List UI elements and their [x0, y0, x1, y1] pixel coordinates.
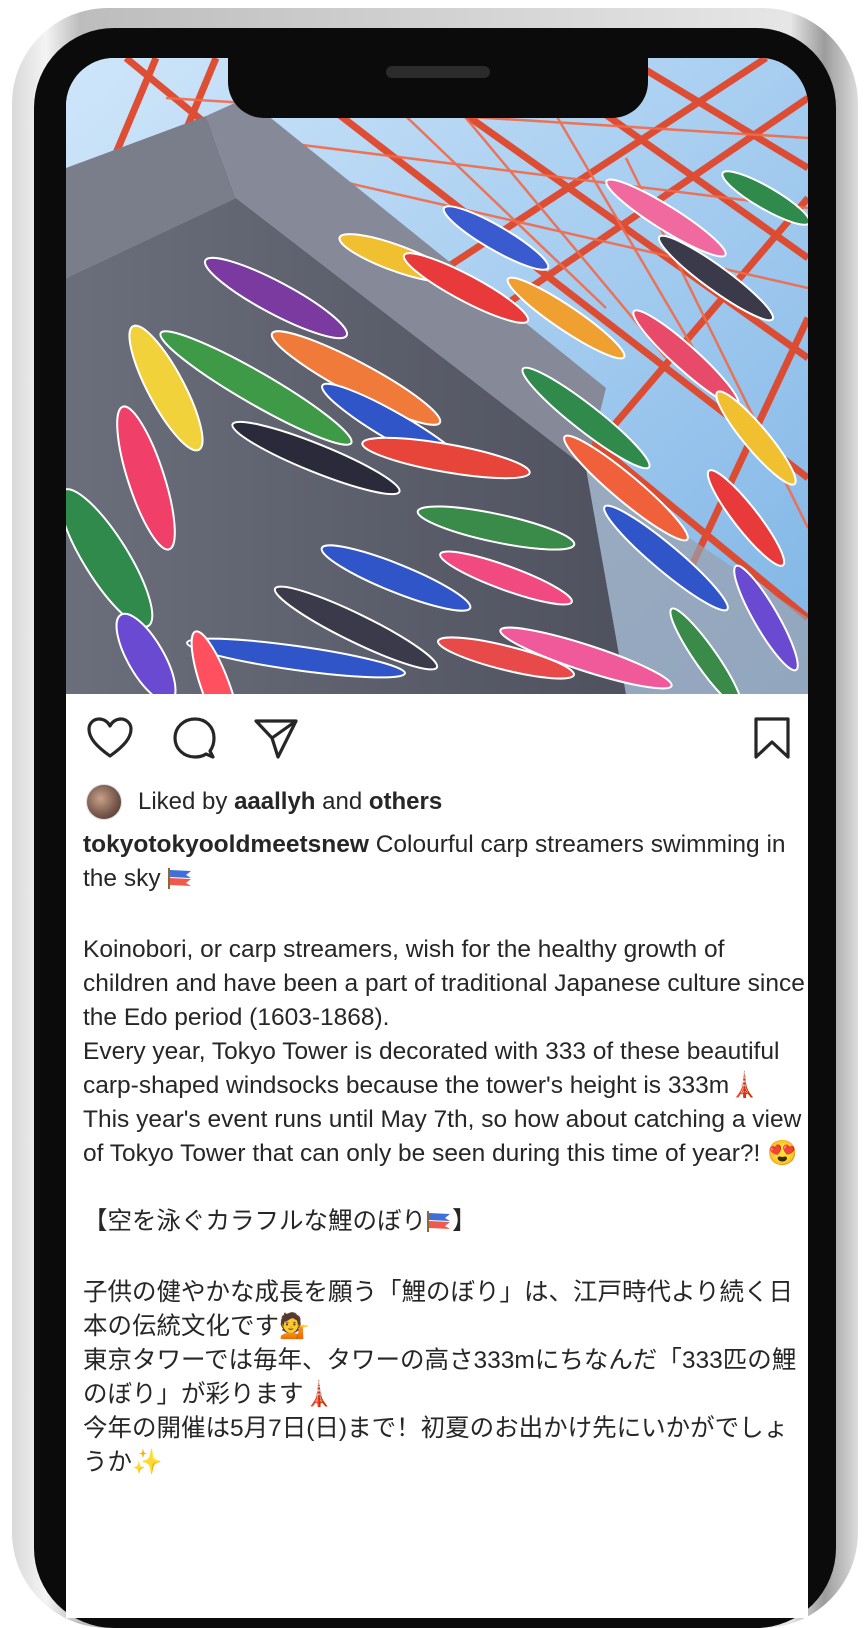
caption-jp-3: 今年の開催は5月7日(日)まで！初夏のお出かけ先にいかがでしょうか✨: [83, 1415, 789, 1476]
caption-jp-2: 東京タワーでは毎年、タワーの高さ333mにちなんだ「333匹の鯉のぼり」が彩りま…: [83, 1347, 797, 1408]
heart-icon[interactable]: [86, 716, 134, 760]
liked-by-user-link[interactable]: aaallyh: [234, 788, 315, 815]
action-bar: [66, 694, 808, 780]
jp-title-start: 【空を泳ぐカラフルな鯉のぼり: [83, 1208, 426, 1235]
likes-text: Liked by aaallyh and others: [138, 788, 442, 816]
likes-and: and: [315, 788, 369, 815]
phone-speaker: [386, 66, 490, 78]
caption-paragraph-1: Koinobori, or carp streamers, wish for t…: [83, 936, 805, 1031]
likes-prefix: Liked by: [138, 788, 235, 815]
post-screen: Liked by aaallyh and others tokyotokyool…: [66, 58, 808, 1618]
bookmark-icon[interactable]: [748, 716, 796, 760]
phone-notch: [228, 54, 648, 118]
post-photo[interactable]: [66, 58, 808, 694]
likes-row: Liked by aaallyh and others: [86, 780, 442, 824]
carp-streamer-icon: [167, 865, 193, 899]
post-caption: tokyotokyooldmeetsnew Colourful carp str…: [83, 828, 805, 1480]
comment-icon[interactable]: [170, 716, 218, 760]
caption-jp-1: 子供の健やかな成長を願う「鯉のぼり」は、江戸時代より続く日本の伝統文化です💁: [83, 1279, 794, 1340]
jp-title-end: 】: [452, 1208, 477, 1235]
caption-username-link[interactable]: tokyotokyooldmeetsnew: [83, 831, 369, 858]
caption-paragraph-2: Every year, Tokyo Tower is decorated wit…: [83, 1038, 787, 1099]
paper-plane-icon[interactable]: [252, 716, 300, 760]
avatar[interactable]: [86, 784, 122, 820]
carp-streamer-icon: [426, 1208, 452, 1242]
liked-by-others-link[interactable]: others: [369, 788, 442, 815]
caption-paragraph-3: This year's event runs until May 7th, so…: [83, 1106, 808, 1167]
